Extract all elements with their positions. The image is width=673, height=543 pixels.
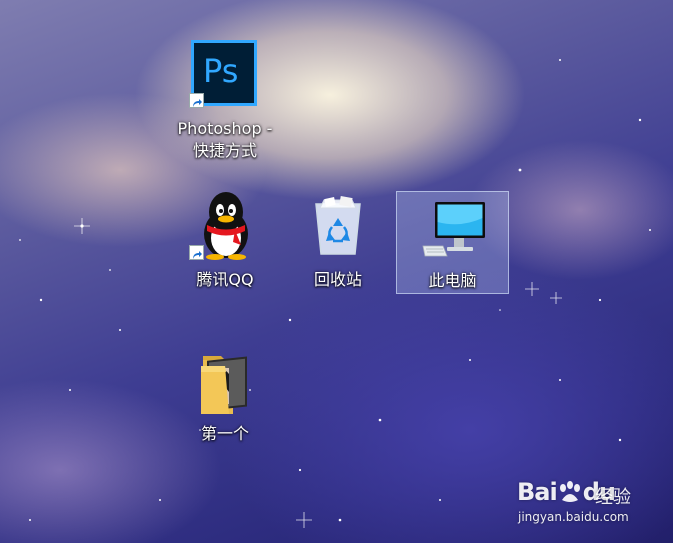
folder-icon (195, 352, 255, 416)
qq-penguin-icon (195, 190, 257, 260)
recycle-bin-icon (310, 196, 366, 256)
desktop-icon-label: 此电脑 (428, 271, 477, 290)
label-line-2: 快捷方式 (192, 141, 257, 160)
desktop-icon-this-pc[interactable]: 此电脑 (396, 191, 509, 294)
label-line-1: Photoshop - (177, 119, 273, 138)
desktop-icon-photoshop[interactable]: Ps Photoshop - 快捷方式 (165, 40, 285, 170)
brand-part-1: Bai (517, 478, 558, 506)
desktop-icon-label: Photoshop - 快捷方式 (165, 118, 285, 162)
desktop-icon-recycle-bin[interactable]: 回收站 (288, 190, 388, 295)
computer-icon (421, 202, 487, 260)
desktop-icon-qq[interactable]: 腾讯QQ (175, 190, 275, 295)
photoshop-badge-text: Ps (203, 52, 239, 90)
jingyan-text: 经验 (595, 487, 631, 508)
shortcut-arrow-icon (189, 245, 204, 260)
baidu-jingyan-watermark: Bai du 经验 jingyan.baidu.com (515, 472, 665, 532)
desktop-icon-label: 回收站 (313, 270, 362, 289)
watermark-url: jingyan.baidu.com (518, 510, 629, 524)
paw-icon (557, 480, 583, 504)
desktop-icon-label: 腾讯QQ (196, 270, 254, 289)
desktop-icon-folder[interactable]: 第一个 (175, 348, 275, 453)
desktop-icon-label: 第一个 (200, 424, 249, 443)
shortcut-arrow-icon (189, 93, 204, 108)
